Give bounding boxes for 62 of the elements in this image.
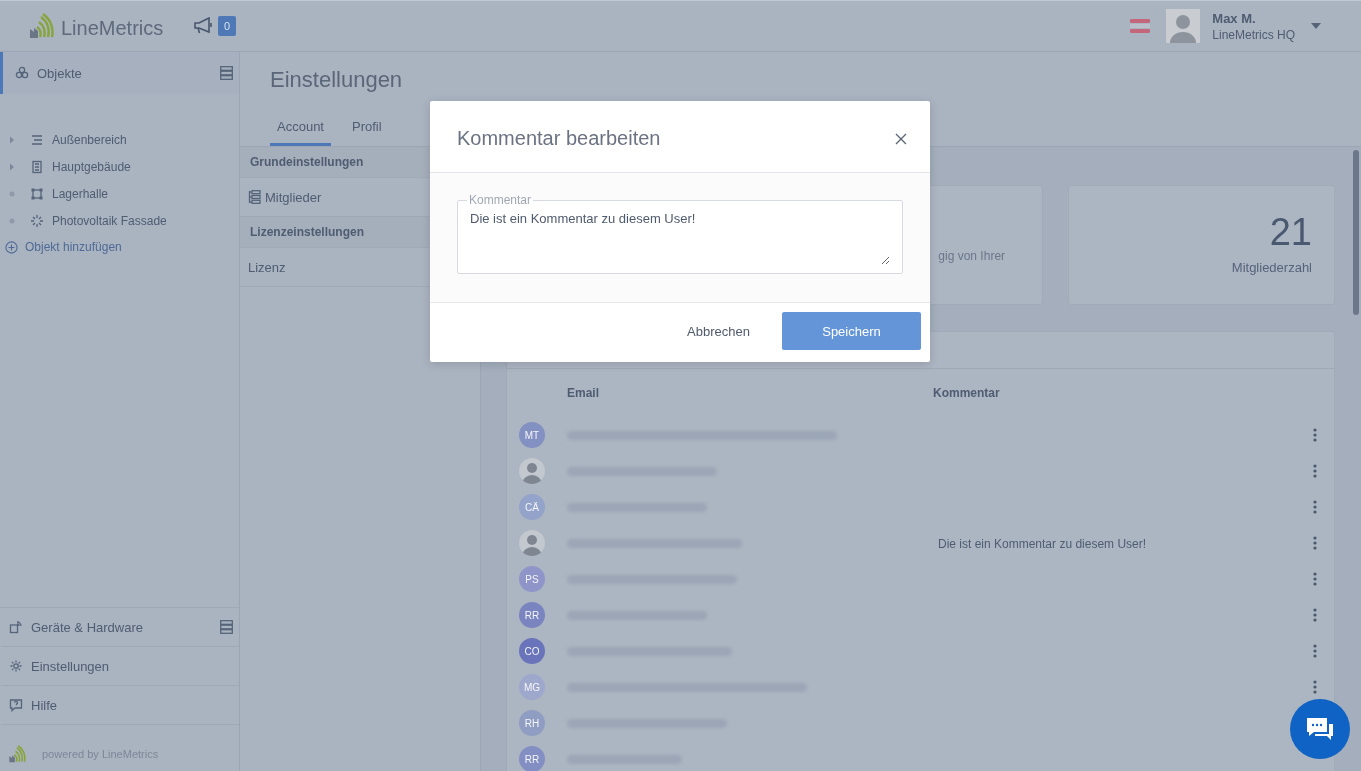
list-tree-icon <box>248 190 261 204</box>
chat-icon <box>1305 716 1335 742</box>
settings-icon <box>9 659 23 673</box>
avatar <box>519 458 545 484</box>
building-icon <box>30 159 44 174</box>
tree-item[interactable]: Lagerhalle <box>0 180 239 207</box>
avatar: MT <box>519 422 545 448</box>
user-name: Max M. <box>1212 10 1257 26</box>
tab[interactable]: Profil <box>345 111 389 146</box>
flag-icon <box>1130 19 1151 33</box>
cancel-button[interactable]: Abbrechen <box>681 322 756 340</box>
avatar: MG <box>519 674 545 700</box>
caret-icon <box>1311 23 1321 29</box>
dialog-title: Kommentar bearbeiten <box>457 127 661 150</box>
scrollbar[interactable] <box>1353 150 1359 315</box>
column-header: Email <box>567 386 600 400</box>
avatar <box>519 530 545 556</box>
tree-item[interactable]: Außenbereich <box>0 126 239 153</box>
avatar: RR <box>519 746 545 771</box>
tree-item[interactable]: Photovoltaik Fassade <box>0 207 239 234</box>
more-menu-icon[interactable] <box>1313 608 1317 622</box>
list-icon <box>220 66 233 80</box>
sun-icon <box>30 213 44 228</box>
card-text: gig von Ihrer <box>938 249 1006 263</box>
megaphone-icon <box>193 17 215 35</box>
more-menu-icon[interactable] <box>1313 428 1317 442</box>
add-object-link[interactable]: Objekt hinzufügen <box>0 234 127 260</box>
layers-icon <box>30 132 44 147</box>
avatar: CÄ <box>519 494 545 520</box>
stat-label: Mitgliederzahl <box>1231 259 1312 275</box>
more-menu-icon[interactable] <box>1313 464 1317 478</box>
comment-text: Die ist ein Kommentar zu diesem User! <box>938 536 1147 551</box>
column-header: Kommentar <box>933 386 1001 400</box>
frame-icon <box>30 186 44 201</box>
more-menu-icon[interactable] <box>1313 680 1317 694</box>
nav-item[interactable]: Geräte & Hardware <box>0 608 239 647</box>
page-title: Einstellungen <box>269 66 404 94</box>
nav-item[interactable]: Einstellungen <box>0 647 239 686</box>
avatar: CO <box>519 638 545 664</box>
devices-icon <box>9 620 23 634</box>
more-menu-icon[interactable] <box>1313 500 1317 514</box>
avatar: RH <box>519 710 545 736</box>
user-avatar[interactable] <box>1166 9 1201 43</box>
nav-item[interactable]: Hilfe <box>0 686 239 725</box>
save-button[interactable]: Speichern <box>782 312 921 350</box>
tree-item[interactable]: Hauptgebäude <box>0 153 239 180</box>
more-menu-icon[interactable] <box>1313 572 1317 586</box>
logo-text: LineMetrics <box>61 17 164 39</box>
help-icon <box>9 698 23 712</box>
stat-value: 21 <box>1269 209 1312 254</box>
more-menu-icon[interactable] <box>1313 644 1317 658</box>
close-icon[interactable] <box>895 132 907 145</box>
avatar: PS <box>519 566 545 592</box>
list-icon <box>220 620 233 634</box>
more-menu-icon[interactable] <box>1313 536 1317 550</box>
cluster-icon <box>15 66 29 80</box>
nav-item[interactable]: Objekte <box>0 52 239 94</box>
user-org: LineMetrics HQ <box>1212 27 1295 42</box>
avatar: RR <box>519 602 545 628</box>
notification-badge[interactable]: 0 <box>218 16 237 36</box>
plus-circle-icon <box>5 240 18 254</box>
comment-field[interactable]: Kommentar Die ist ein Kommentar zu diesem User! <box>457 193 903 274</box>
